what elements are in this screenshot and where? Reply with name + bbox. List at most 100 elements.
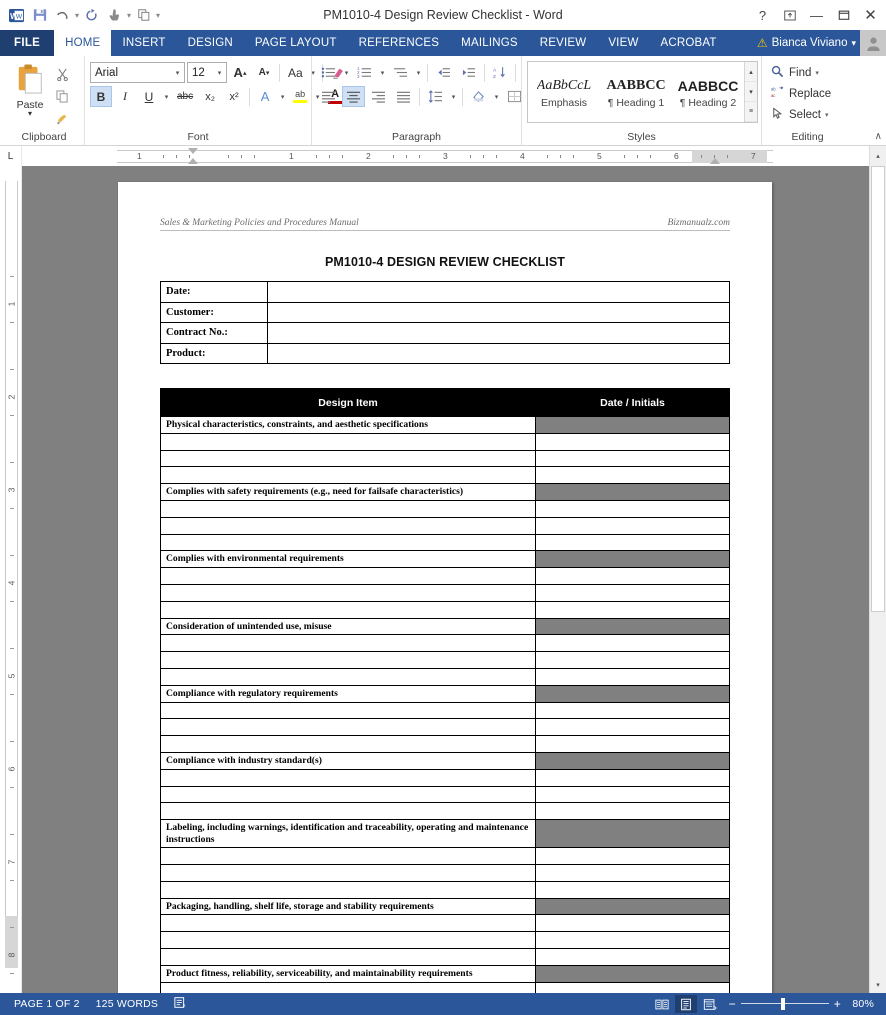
tab-design[interactable]: DESIGN — [177, 30, 244, 56]
zoom-slider-handle[interactable] — [780, 998, 785, 1010]
bullets-caret-icon[interactable]: ▾ — [342, 69, 351, 77]
customize-quick-access-icon[interactable]: ▾ — [155, 11, 161, 20]
collapse-ribbon-icon[interactable]: ∧ — [875, 131, 882, 142]
view-web-layout-button[interactable] — [699, 995, 721, 1013]
zoom-out-button[interactable]: − — [729, 998, 736, 1010]
checklist-blank-date-cell[interactable] — [535, 516, 730, 535]
checklist-blank-item-cell[interactable] — [160, 931, 536, 949]
checklist-blank-date-cell[interactable] — [535, 768, 730, 787]
underline-button[interactable]: U — [138, 86, 160, 107]
tab-view[interactable]: VIEW — [597, 30, 649, 56]
checklist-blank-item-cell[interactable] — [160, 516, 536, 535]
justify-button[interactable] — [392, 86, 415, 107]
font-name-caret-icon[interactable]: ▾ — [171, 69, 184, 77]
checklist-blank-date-cell[interactable] — [535, 880, 730, 899]
right-indent-marker[interactable] — [710, 158, 720, 164]
cut-button[interactable] — [51, 64, 73, 84]
shading-button[interactable] — [467, 86, 490, 107]
checklist-blank-row[interactable] — [160, 567, 730, 585]
checklist-blank-date-cell[interactable] — [535, 701, 730, 720]
sort-button[interactable]: AZ — [489, 62, 511, 83]
checklist-blank-date-cell[interactable] — [535, 466, 730, 485]
table-row[interactable]: Customer: — [160, 301, 730, 323]
checklist-blank-date-cell[interactable] — [535, 947, 730, 966]
checklist-blank-item-cell[interactable] — [160, 802, 536, 821]
multilevel-list-button[interactable] — [389, 62, 412, 83]
checklist-blank-row[interactable] — [160, 667, 730, 686]
vertical-ruler[interactable]: 1 2 3 4 5 6 7 8 — [0, 166, 22, 993]
decrease-indent-button[interactable] — [432, 62, 455, 83]
close-button[interactable]: ✕ — [857, 3, 884, 27]
checklist-blank-item-cell[interactable] — [160, 533, 536, 552]
tab-file[interactable]: FILE — [0, 30, 55, 56]
redo-icon[interactable] — [80, 4, 103, 26]
checklist-blank-item-cell[interactable] — [160, 863, 536, 882]
styles-more-icon[interactable]: ≡ — [745, 102, 757, 122]
select-caret-icon[interactable]: ▾ — [825, 111, 829, 119]
checklist-blank-row[interactable] — [160, 735, 730, 753]
checklist-section-row[interactable]: Physical characteristics, constraints, a… — [160, 416, 730, 434]
checklist-blank-date-cell[interactable] — [535, 449, 730, 468]
horizontal-ruler[interactable]: 1 1 2 3 4 5 6 7 — [22, 146, 869, 166]
checklist-blank-row[interactable] — [160, 847, 730, 865]
checklist-blank-row[interactable] — [160, 499, 730, 518]
checklist-blank-row[interactable] — [160, 718, 730, 737]
tab-mailings[interactable]: MAILINGS — [450, 30, 529, 56]
avatar[interactable] — [860, 30, 886, 56]
info-value-contract-no[interactable] — [267, 322, 730, 344]
font-size-combo[interactable]: 12 ▾ — [187, 62, 227, 83]
checklist-blank-item-cell[interactable] — [160, 880, 536, 899]
superscript-button[interactable]: x² — [223, 86, 245, 107]
scrollbar-thumb[interactable] — [871, 166, 885, 612]
styles-scroll-down-icon[interactable]: ▾ — [745, 82, 757, 102]
account-name[interactable]: Bianca Viviano — [772, 37, 848, 49]
line-spacing-caret-icon[interactable]: ▾ — [449, 93, 458, 101]
find-caret-icon[interactable]: ▾ — [815, 69, 819, 77]
paste-button[interactable]: Paste ▾ — [9, 61, 51, 118]
table-row[interactable]: Date: — [160, 281, 730, 303]
scroll-down-button[interactable]: ▾ — [870, 976, 886, 993]
account-caret-icon[interactable]: ▾ — [851, 38, 856, 49]
first-line-indent-marker[interactable] — [188, 148, 198, 154]
checklist-blank-item-cell[interactable] — [160, 634, 536, 653]
info-value-customer[interactable] — [267, 301, 730, 323]
view-print-layout-button[interactable] — [674, 995, 697, 1013]
shading-caret-icon[interactable]: ▾ — [492, 93, 501, 101]
tab-home[interactable]: HOME — [54, 30, 112, 56]
checklist-blank-row[interactable] — [160, 533, 730, 552]
checklist-blank-row[interactable] — [160, 701, 730, 720]
shrink-font-button[interactable]: A ▾ — [253, 62, 275, 83]
checklist-blank-item-cell[interactable] — [160, 768, 536, 787]
touch-mode-icon[interactable] — [103, 4, 126, 26]
checklist-blank-item-cell[interactable] — [160, 701, 536, 720]
checklist-blank-row[interactable] — [160, 432, 730, 451]
align-right-button[interactable] — [367, 86, 390, 107]
ribbon-display-options-button[interactable] — [776, 3, 803, 27]
zoom-level-label[interactable]: 80% — [846, 998, 874, 1010]
checklist-section-row[interactable]: Compliance with regulatory requirements — [160, 684, 730, 703]
align-left-button[interactable] — [317, 86, 340, 107]
styles-scroll-up-icon[interactable]: ▴ — [745, 62, 757, 82]
numbering-button[interactable]: 123 — [353, 62, 376, 83]
checklist-section-row[interactable]: Packaging, handling, shelf life, storage… — [160, 897, 730, 916]
checklist-blank-row[interactable] — [160, 516, 730, 535]
checklist-blank-item-cell[interactable] — [160, 600, 536, 619]
checklist-blank-item-cell[interactable] — [160, 718, 536, 737]
info-table[interactable]: Date: Customer: Contract No.: Product: — [160, 281, 730, 364]
checklist-blank-item-cell[interactable] — [160, 847, 536, 865]
checklist-blank-date-cell[interactable] — [535, 667, 730, 686]
checklist-blank-date-cell[interactable] — [535, 634, 730, 653]
text-effects-caret-icon[interactable]: ▾ — [278, 93, 287, 101]
italic-button[interactable]: I — [114, 86, 136, 107]
word-logo-icon[interactable]: WW — [5, 4, 28, 26]
checklist-blank-date-cell[interactable] — [535, 735, 730, 753]
proofing-errors-icon[interactable]: x — [166, 996, 196, 1012]
checklist-section-row[interactable]: Product fitness, reliability, serviceabi… — [160, 964, 730, 983]
checklist-blank-date-cell[interactable] — [535, 914, 730, 933]
checklist-blank-date-cell[interactable] — [535, 863, 730, 882]
numbering-caret-icon[interactable]: ▾ — [378, 69, 387, 77]
bold-button[interactable]: B — [90, 86, 112, 107]
status-page-indicator[interactable]: PAGE 1 OF 2 — [6, 998, 88, 1010]
align-center-button[interactable] — [342, 86, 365, 107]
checklist-blank-row[interactable] — [160, 651, 730, 669]
